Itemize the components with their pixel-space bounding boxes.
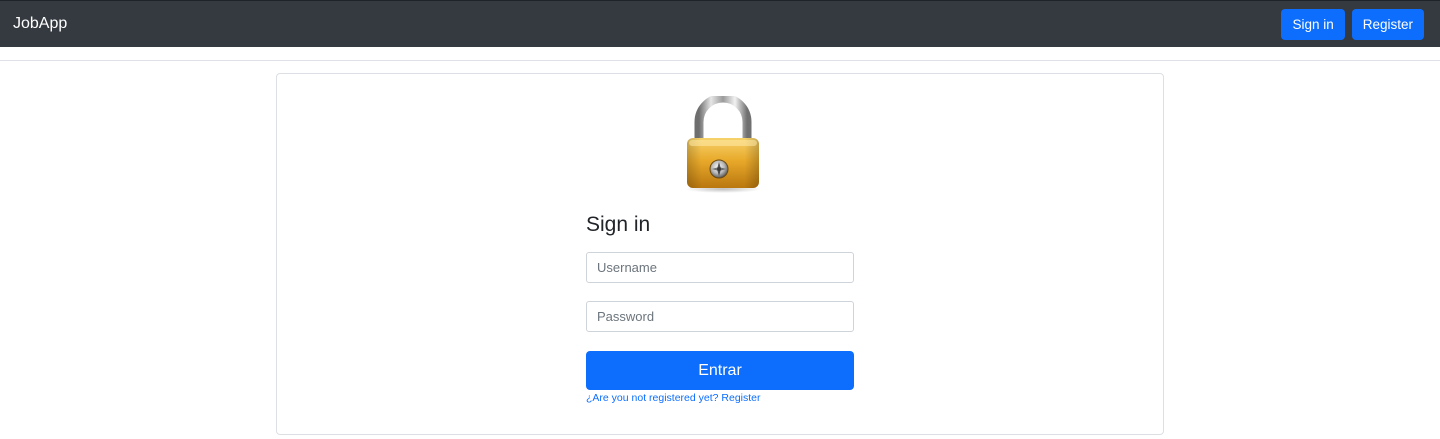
brand-link[interactable]: JobApp [13,15,67,33]
register-link[interactable]: ¿Are you not registered yet? Register [586,392,761,404]
login-card: Sign in Entrar ¿Are you not registered y… [276,73,1164,435]
nav-signin-button[interactable]: Sign in [1281,8,1345,40]
submit-button[interactable]: Entrar [586,351,854,390]
navbar-actions: Sign in Register [1281,8,1424,40]
top-navbar: JobApp Sign in Register [0,0,1440,47]
password-field[interactable] [586,301,854,332]
signin-title: Sign in [586,213,651,236]
username-field[interactable] [586,252,854,283]
header-divider [0,60,1440,61]
nav-register-button[interactable]: Register [1351,8,1424,40]
lock-icon [681,93,765,194]
